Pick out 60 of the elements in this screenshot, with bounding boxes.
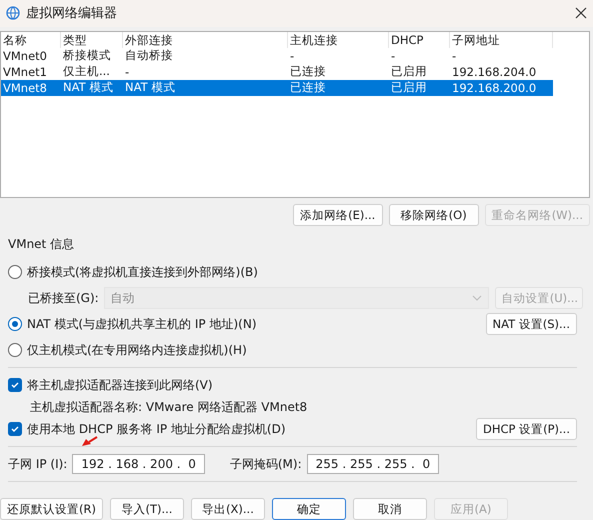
column-header[interactable]: 类型 [61,32,123,48]
column-header[interactable]: 名称 [1,32,61,48]
table-cell-text: 已启用 [390,80,428,96]
radio-label: 仅主机模式(在专用网络内连接虚拟机)(H) [27,342,247,358]
dialog-button[interactable]: 还原默认设置(R) [0,498,103,520]
check-icon [10,424,20,434]
bridged-to-label: 已桥接至(G): [28,290,99,306]
chevron-down-icon [472,295,482,301]
dhcp-settings-button[interactable]: DHCP 设置(P)... [476,418,577,440]
table-cell-text: - [451,48,458,63]
annotation-arrow [80,436,98,446]
checkbox-label: 将主机虚拟适配器连接到此网络(V) [27,376,213,394]
dialog-button[interactable]: 导入(T)... [110,498,184,520]
adapter-name: 主机虚拟适配器名称: VMware 网络适配器 VMnet8 [30,398,308,416]
dialog-button[interactable]: 导出(X)... [190,498,265,520]
table-cell-text: 桥接模式 [62,48,112,64]
table-cell-text: 自动桥接 [124,48,174,64]
table-row[interactable]: VMnet0 桥接模式 自动桥接 - - - [1,48,553,64]
check-icon [10,380,20,390]
table-cell-text: VMnet0 [2,48,48,63]
network-button[interactable]: 移除网络(O) [388,204,479,226]
table-cell-text: NAT 模式 [62,80,114,96]
table-cell-text: 已启用 [390,64,428,80]
table-cell-text: - [390,48,396,63]
window-title: 虚拟网络编辑器 [26,5,118,22]
column-header[interactable]: DHCP [389,32,450,48]
radio-label: 桥接模式(将虚拟机直接连接到外部网络)(B) [27,264,258,280]
checkbox[interactable] [8,378,22,392]
radio-button[interactable] [8,343,22,357]
close-icon[interactable] [575,7,587,20]
network-button[interactable]: 添加网络(E)... [292,204,383,226]
nat-settings-button[interactable]: NAT 设置(S)... [486,313,577,335]
subnet-ip-label: 子网 IP (I): [8,456,68,472]
table-cell-text: VMnet8 [2,80,48,95]
column-header[interactable]: 子网地址 [450,32,553,48]
table-cell-text: 已连接 [289,80,327,96]
table-cell-text: 192.168.200.0 [451,80,538,95]
table-cell-text: 仅主机... [62,64,111,80]
dialog-button[interactable]: 取消 [352,498,427,520]
table-cell-text: NAT 模式 [124,80,176,96]
checkbox-label: 使用本地 DHCP 服务将 IP 地址分配给虚拟机(D) [27,420,286,438]
table-cell-text: - [124,64,130,79]
subnet-mask-label: 子网掩码(M): [230,456,302,472]
table-row[interactable]: VMnet1 仅主机... - 已连接 已启用 192.168.204.0 [1,64,553,80]
dialog-button[interactable]: 确定 [272,498,346,520]
table-cell-text: 已连接 [289,64,327,80]
checkbox[interactable] [8,422,22,436]
column-header[interactable]: 外部连接 [123,32,288,48]
subnet-ip-field[interactable]: 192 . 168 . 200 . 0 [72,454,205,474]
radio-button[interactable] [8,265,22,279]
column-header[interactable]: 主机连接 [288,32,389,48]
table-cell-text: 192.168.204.0 [451,64,538,79]
subnet-mask-field[interactable]: 255 . 255 . 255 . 0 [306,454,440,474]
table-row[interactable]: VMnet8 NAT 模式 NAT 模式 已连接 已启用 192.168.200.0 [1,80,553,96]
group-title: VMnet 信息 [8,236,76,253]
table-cell-text: - [289,48,296,63]
table-cell-text: VMnet1 [2,64,48,79]
globe-icon [6,6,20,20]
radio-label: NAT 模式(与虚拟机共享主机的 IP 地址)(N) [27,316,257,332]
radio-button[interactable] [8,317,22,331]
